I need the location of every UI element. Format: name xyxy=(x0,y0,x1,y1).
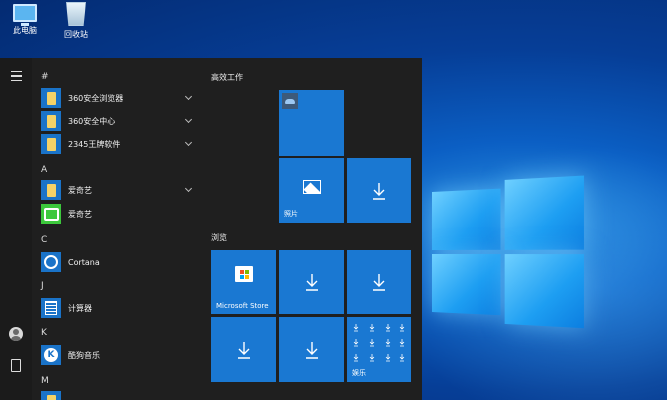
folder-icon xyxy=(41,180,61,200)
iqiyi-icon xyxy=(41,204,61,224)
tile-entertainment-group[interactable]: 娱乐 xyxy=(347,317,411,382)
app-label: 爱奇艺 xyxy=(68,209,92,219)
desktop-icon-label: 回收站 xyxy=(64,30,88,39)
user-avatar-icon[interactable] xyxy=(6,324,26,344)
folder-icon xyxy=(41,88,61,108)
section-letter[interactable]: # xyxy=(41,72,49,82)
document-icon[interactable] xyxy=(6,355,26,375)
app-item-iqiyi[interactable]: 爱奇艺 xyxy=(41,203,199,225)
calculator-icon xyxy=(41,298,61,318)
app-label: 360安全浏览器 xyxy=(68,93,124,103)
computer-icon xyxy=(13,4,37,26)
section-letter[interactable]: K xyxy=(41,328,47,338)
desktop-icon-recycle-bin[interactable]: 回收站 xyxy=(54,2,98,40)
chevron-down-icon xyxy=(184,184,193,193)
app-label: 计算器 xyxy=(68,303,92,313)
tile-onedrive[interactable] xyxy=(279,90,344,156)
app-label: 360安全中心 xyxy=(68,116,116,126)
app-item-iqiyi-folder[interactable]: 爱奇艺 xyxy=(41,179,199,201)
download-group-icon xyxy=(353,324,405,362)
app-label: 2345王牌软件 xyxy=(68,139,121,149)
desktop-icon-this-pc[interactable]: 此电脑 xyxy=(3,4,47,36)
section-letter[interactable]: C xyxy=(41,235,47,245)
app-label: 爱奇艺 xyxy=(68,185,92,195)
section-letter[interactable]: J xyxy=(41,281,44,291)
folder-icon xyxy=(41,391,61,400)
folder-icon xyxy=(41,111,61,131)
folder-icon xyxy=(41,134,61,154)
download-icon xyxy=(373,182,385,200)
cortana-icon xyxy=(41,252,61,272)
app-item-cortana[interactable]: Cortana xyxy=(41,251,199,273)
download-icon xyxy=(305,341,318,359)
chevron-down-icon xyxy=(184,92,193,101)
app-item-kugou[interactable]: K 酷狗音乐 xyxy=(41,344,199,366)
tile-microsoft-store[interactable]: Microsoft Store xyxy=(211,250,276,314)
tile-group-title[interactable]: 浏览 xyxy=(211,232,227,243)
app-label: Cortana xyxy=(68,257,100,267)
tile-group-title[interactable]: 高效工作 xyxy=(211,72,243,83)
app-item-2345[interactable]: 2345王牌软件 xyxy=(41,133,199,155)
app-item-360-browser[interactable]: 360安全浏览器 xyxy=(41,87,199,109)
photos-icon xyxy=(302,179,321,194)
tile-download-3[interactable] xyxy=(347,250,411,314)
download-icon xyxy=(373,274,385,291)
recycle-bin-icon xyxy=(66,2,86,26)
kugou-icon: K xyxy=(41,345,61,365)
tile-download-1[interactable] xyxy=(347,158,411,223)
tile-label: 娱乐 xyxy=(352,369,366,377)
tile-download-4[interactable] xyxy=(211,317,276,382)
start-menu: # 360安全浏览器 360安全中心 2345王牌软件 A 爱奇艺 爱奇艺 C xyxy=(0,58,422,400)
store-icon xyxy=(234,266,253,283)
download-icon xyxy=(305,274,318,291)
windows-logo xyxy=(432,169,584,337)
tile-download-5[interactable] xyxy=(279,317,344,382)
onedrive-icon xyxy=(282,93,298,109)
tile-download-2[interactable] xyxy=(279,250,344,314)
tile-label: Microsoft Store xyxy=(216,302,269,310)
download-icon xyxy=(237,341,250,359)
app-list: # 360安全浏览器 360安全中心 2345王牌软件 A 爱奇艺 爱奇艺 C xyxy=(32,58,202,400)
desktop-icon-label: 此电脑 xyxy=(13,26,37,35)
chevron-down-icon xyxy=(184,138,193,147)
tile-label: 照片 xyxy=(284,210,298,218)
start-rail xyxy=(0,58,32,400)
hamburger-icon[interactable] xyxy=(6,66,26,86)
app-item-calculator[interactable]: 计算器 xyxy=(41,297,199,319)
app-item-partial[interactable] xyxy=(41,391,199,400)
chevron-down-icon xyxy=(184,115,193,124)
app-item-360-security[interactable]: 360安全中心 xyxy=(41,110,199,132)
app-label: 酷狗音乐 xyxy=(68,350,100,360)
section-letter[interactable]: A xyxy=(41,165,47,175)
section-letter[interactable]: M xyxy=(41,376,49,386)
tile-photos[interactable]: 照片 xyxy=(279,158,344,223)
tiles-area: 高效工作 照片 浏览 Microsoft Store 娱乐 xyxy=(211,58,422,400)
